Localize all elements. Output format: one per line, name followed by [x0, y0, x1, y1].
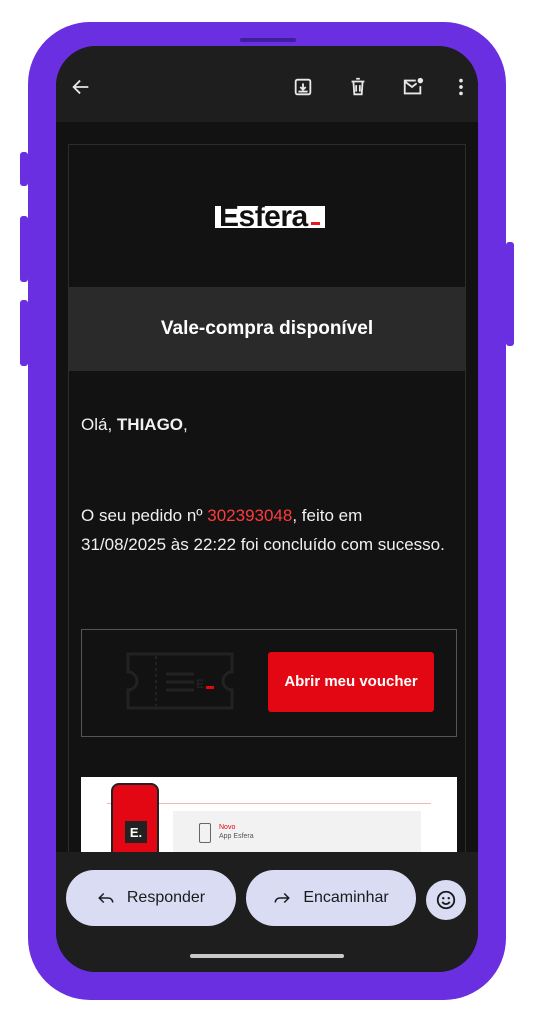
mail-unread-icon[interactable] — [400, 74, 426, 100]
order-message: O seu pedido nº 302393048, feito em 31/0… — [81, 506, 445, 554]
promo-banner[interactable]: E. Novo App Esfera — [81, 777, 457, 852]
email-toolbar — [56, 46, 478, 122]
recipient-name: THIAGO — [116, 415, 184, 434]
esfera-logo: Esfera — [215, 200, 325, 233]
reply-action-bar: Responder Encaminhar — [56, 852, 478, 972]
reply-icon — [98, 892, 114, 904]
more-vertical-icon[interactable] — [448, 74, 474, 100]
svg-text:E: E — [196, 677, 204, 691]
forward-label: Encaminhar — [303, 889, 389, 906]
reply-label: Responder — [126, 889, 206, 906]
phone-screen: Esfera Vale-compra disponível Olá, THIAG… — [56, 46, 478, 972]
smiley-icon — [436, 890, 456, 910]
voucher-box: E Abrir meu voucher — [81, 629, 457, 737]
email-card: Esfera Vale-compra disponível Olá, THIAG… — [68, 144, 466, 852]
forward-icon — [274, 892, 291, 904]
promo-app-badge: E. — [125, 821, 147, 843]
trash-icon[interactable] — [345, 74, 371, 100]
reply-button[interactable]: Responder — [66, 870, 236, 926]
forward-button[interactable]: Encaminhar — [246, 870, 416, 926]
email-banner: Vale-compra disponível — [69, 287, 465, 371]
phone-side-button — [20, 216, 28, 282]
phone-power-button — [506, 242, 514, 346]
phone-side-button — [20, 300, 28, 366]
order-number-link[interactable]: 302393048 — [207, 506, 292, 525]
phone-icon — [199, 823, 211, 843]
promo-text-app: App Esfera — [219, 833, 254, 840]
email-body[interactable]: Esfera Vale-compra disponível Olá, THIAG… — [56, 122, 478, 852]
archive-icon[interactable] — [290, 74, 316, 100]
ticket-icon: E — [126, 652, 234, 710]
banner-title: Vale-compra disponível — [160, 318, 374, 339]
emoji-reaction-button[interactable] — [426, 880, 466, 920]
greeting: Olá, THIAGO, — [81, 415, 188, 434]
home-indicator[interactable] — [190, 954, 344, 958]
open-voucher-button[interactable]: Abrir meu voucher — [268, 652, 434, 712]
phone-side-button — [20, 152, 28, 186]
promo-text-new: Novo — [219, 824, 236, 831]
back-icon[interactable] — [68, 74, 94, 100]
phone-speaker — [240, 38, 296, 42]
